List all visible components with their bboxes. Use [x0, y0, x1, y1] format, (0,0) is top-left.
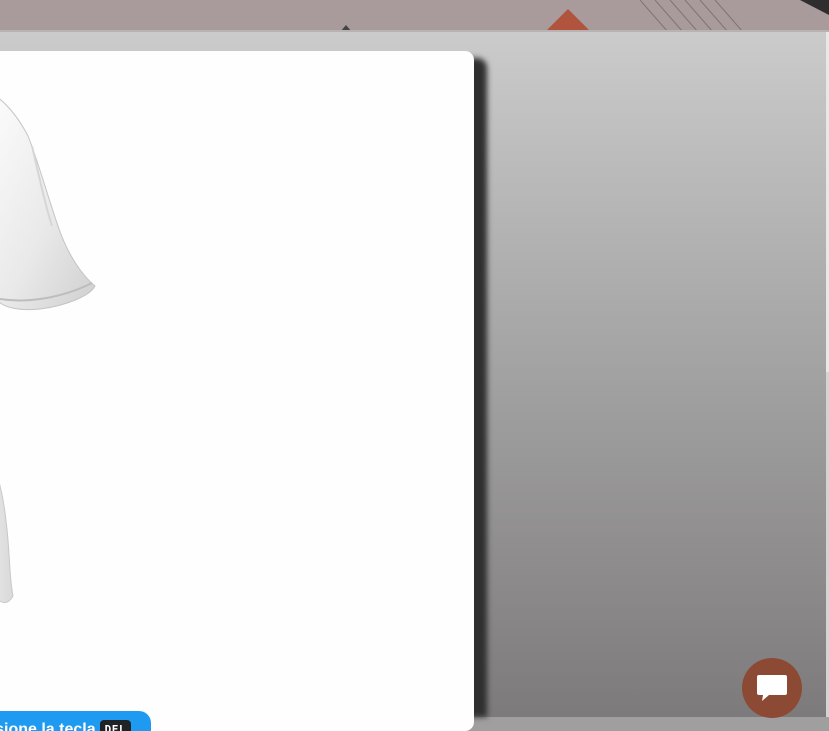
corner-decoration — [800, 0, 829, 15]
product-preview-modal: resione la tecla DEL . — [0, 51, 474, 731]
del-key-badge: DEL — [100, 720, 131, 731]
chat-bubble-icon — [755, 673, 789, 703]
top-banner-strip — [0, 0, 829, 32]
orange-triangle-decoration — [545, 9, 591, 32]
keyboard-hint-badge: resione la tecla DEL . — [0, 711, 151, 731]
white-tshirt-image — [0, 51, 474, 731]
banner-decoration — [0, 0, 829, 32]
chat-button[interactable] — [742, 658, 802, 718]
hint-text: resione la tecla — [0, 721, 96, 731]
hint-suffix: . — [135, 721, 139, 731]
diagonal-lines-decoration — [640, 0, 743, 32]
